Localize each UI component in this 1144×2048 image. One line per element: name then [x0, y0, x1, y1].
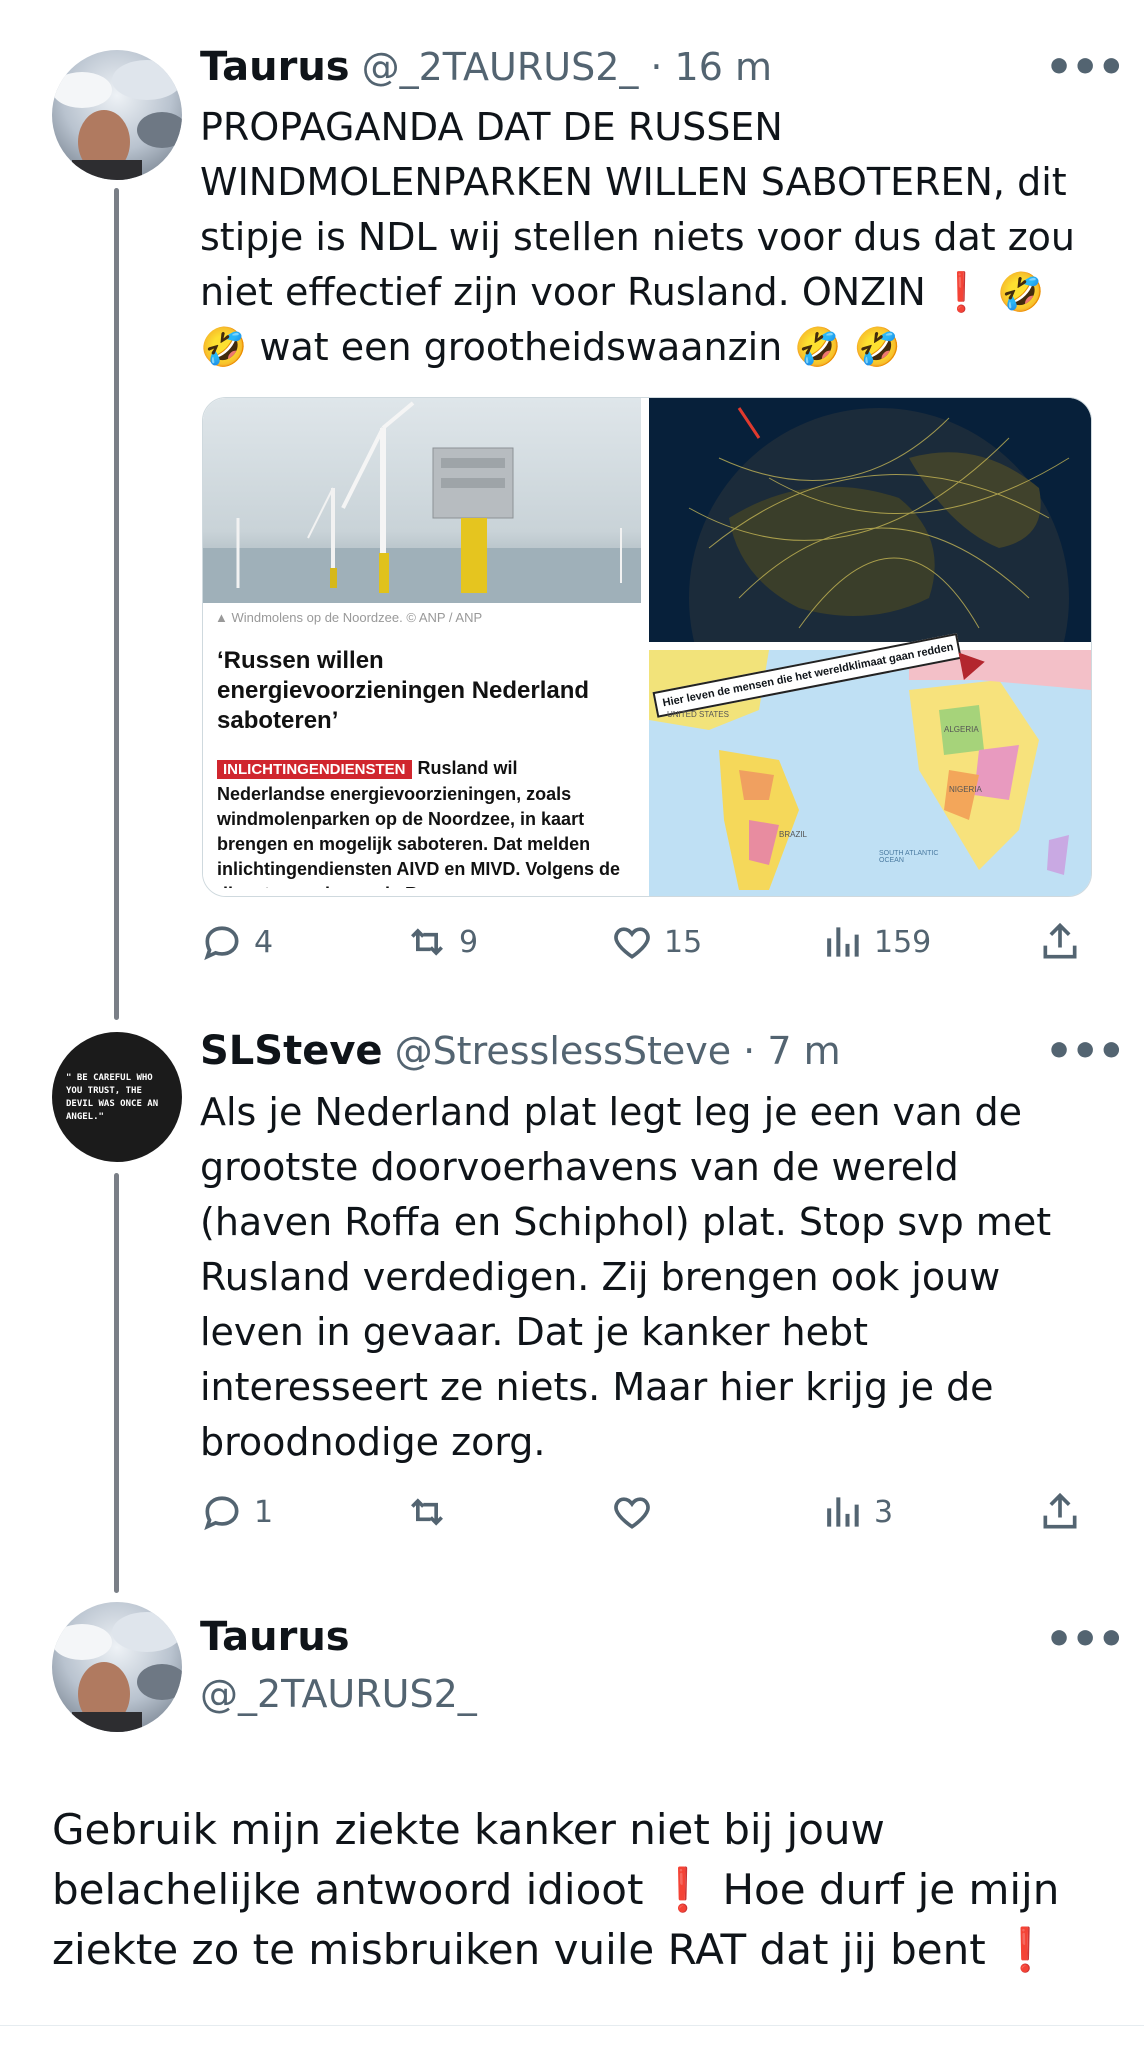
reply-count: 1 [254, 1494, 274, 1530]
author-name[interactable]: Taurus [200, 1614, 350, 1660]
wind-turbines-photo [203, 398, 641, 603]
share-button[interactable] [1038, 912, 1082, 972]
map-label: NIGERIA [949, 785, 982, 794]
news-title: ‘Russen willen energievoorzieningen Nede… [217, 647, 590, 734]
views-count: 3 [874, 1494, 894, 1530]
globe-image[interactable] [649, 398, 1091, 788]
more-options-icon[interactable]: ••• [1045, 1614, 1125, 1665]
repost-count: 9 [459, 924, 479, 960]
map-arrow-head [958, 647, 988, 681]
tweet1-header: Taurus @_2TAURUS2_ · 16 m [200, 44, 772, 90]
reply-count: 4 [254, 924, 274, 960]
like-count: 15 [664, 924, 703, 960]
thread-line [114, 188, 119, 1020]
tweet1-actions: 4 9 15 159 [200, 912, 1080, 972]
reply-icon [204, 1496, 239, 1531]
tweet2-actions: 1 3 [200, 1482, 1080, 1542]
avatar-taurus[interactable] [52, 1602, 182, 1732]
author-handle[interactable]: @_2TAURUS2_ [200, 1672, 477, 1716]
thread-line [114, 1173, 119, 1593]
globe-graphic [649, 398, 1091, 788]
views-button[interactable]: 3 [820, 1482, 893, 1542]
more-options-icon[interactable]: ••• [1045, 42, 1125, 93]
map-label: ALGERIA [944, 725, 979, 734]
author-name[interactable]: Taurus [200, 44, 350, 90]
bar-chart-icon [827, 1497, 859, 1527]
more-options-icon[interactable]: ••• [1045, 1026, 1125, 1077]
reply-button[interactable]: 1 [200, 1482, 273, 1542]
repost-button[interactable]: 9 [405, 912, 478, 972]
divider [0, 2025, 1144, 2026]
avatar-taurus[interactable] [52, 50, 182, 180]
views-count: 159 [874, 924, 932, 960]
map-label: UNITED STATES [667, 710, 729, 719]
news-article-image[interactable]: ▲ Windmolens op de Noordzee. © ANP / ANP… [203, 398, 641, 896]
tweet-media-grid[interactable]: ▲ Windmolens op de Noordzee. © ANP / ANP… [202, 397, 1092, 897]
tweet-text: Gebruik mijn ziekte kanker niet bij jouw… [52, 1805, 1060, 1974]
map-label: SOUTH ATLANTIC OCEAN [879, 850, 939, 864]
reply-button[interactable]: 4 [200, 912, 273, 972]
timestamp[interactable]: · 16 m [650, 45, 772, 89]
repost-button[interactable] [405, 1482, 459, 1542]
author-handle[interactable]: @StresslessSteve [395, 1029, 732, 1073]
like-button[interactable] [610, 1482, 664, 1542]
timestamp[interactable]: · 7 m [743, 1029, 840, 1073]
repost-icon [411, 928, 443, 956]
share-button[interactable] [1038, 1482, 1082, 1542]
like-button[interactable]: 15 [610, 912, 702, 972]
tweet2-header: SLSteve @StresslessSteve · 7 m [200, 1028, 841, 1074]
author-name[interactable]: SLSteve [200, 1028, 383, 1074]
reply-icon [204, 926, 239, 961]
share-icon [1043, 1492, 1077, 1529]
news-tag: INLICHTINGENDIENSTEN [217, 760, 412, 779]
heart-icon [614, 1497, 650, 1529]
repost-icon [411, 1498, 443, 1526]
author-handle[interactable]: @_2TAURUS2_ [362, 45, 639, 89]
heart-icon [614, 927, 650, 959]
map-label: BRAZIL [779, 830, 808, 839]
avatar-slsteve[interactable]: " BE CAREFUL WHO YOU TRUST, THE DEVIL WA… [52, 1032, 182, 1162]
views-button[interactable]: 159 [820, 912, 931, 972]
news-caption: ▲ Windmolens op de Noordzee. © ANP / ANP [215, 610, 483, 625]
share-icon [1043, 922, 1077, 959]
avatar-quote-text: " BE CAREFUL WHO YOU TRUST, THE DEVIL WA… [66, 1073, 159, 1122]
news-body: INLICHTINGENDIENSTEN Rusland wil Nederlan… [217, 756, 627, 888]
tweet-text: PROPAGANDA DAT DE RUSSEN WINDMOLENPARKEN… [200, 105, 1076, 369]
world-map-image[interactable]: Hier leven de mensen die het wereldklima… [649, 633, 1091, 896]
bar-chart-icon [827, 927, 859, 957]
tweet-text: Als je Nederland plat legt leg je een va… [200, 1090, 1052, 1464]
